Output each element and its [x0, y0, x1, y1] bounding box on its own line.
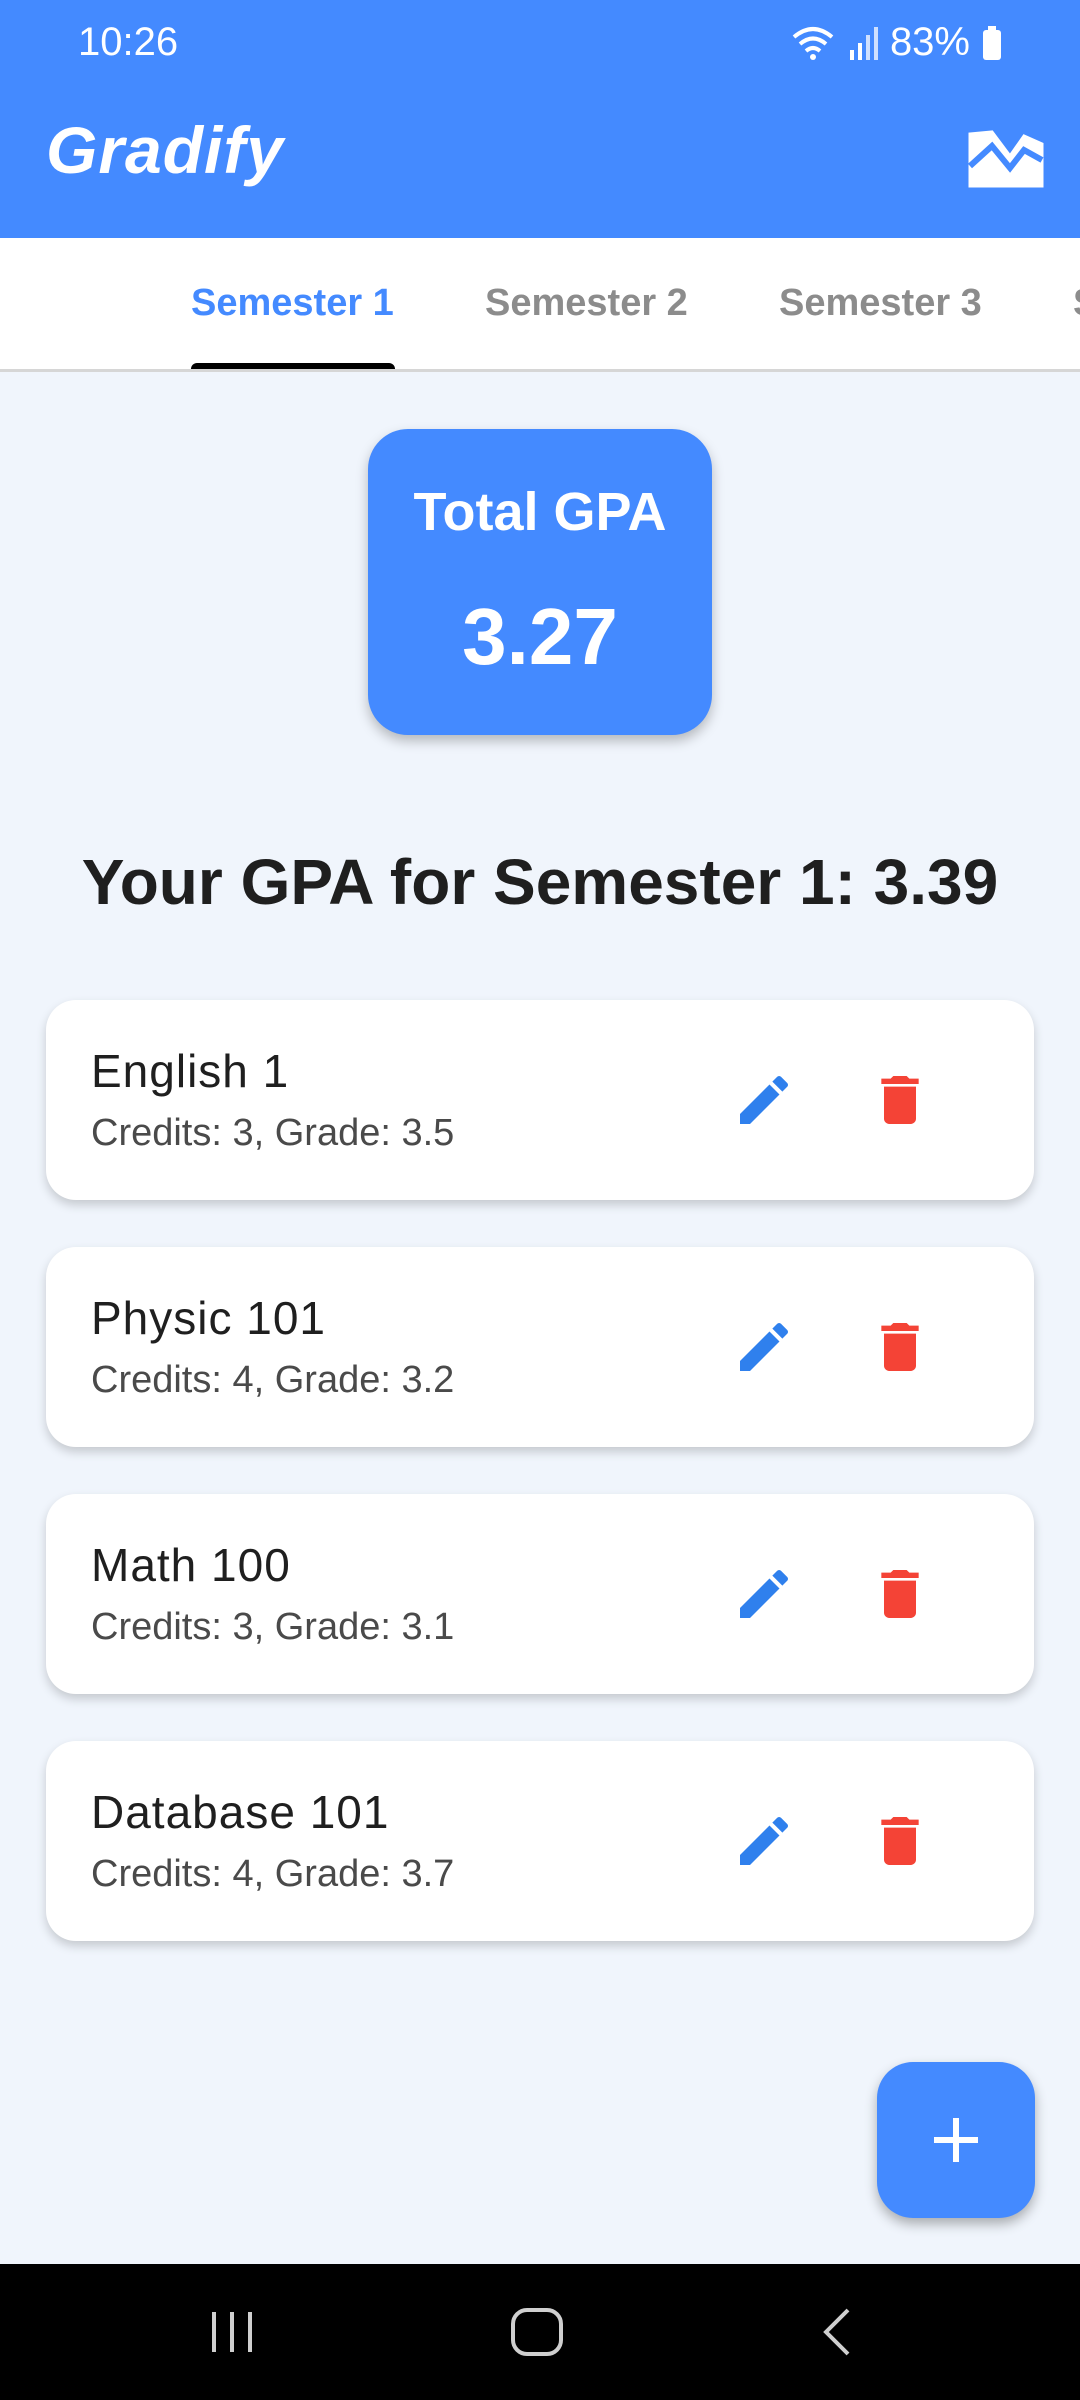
course-name: Math 100 — [91, 1539, 291, 1591]
status-icons: 83% — [790, 20, 1002, 65]
pencil-icon — [740, 1075, 789, 1124]
delete-button[interactable] — [868, 1068, 932, 1132]
course-card[interactable]: Math 100 Credits: 3, Grade: 3.1 — [46, 1494, 1034, 1694]
tab-semester-3[interactable]: Semester 3 — [779, 282, 982, 325]
total-gpa-card: Total GPA 3.27 — [368, 429, 712, 735]
chart-button[interactable] — [966, 114, 1046, 194]
signal-icon — [848, 26, 878, 60]
status-time: 10:26 — [78, 20, 179, 64]
edit-button[interactable] — [732, 1315, 796, 1379]
chart-icon — [967, 130, 1044, 188]
course-details: Credits: 3, Grade: 3.5 — [91, 1112, 455, 1154]
delete-button[interactable] — [868, 1809, 932, 1873]
course-details: Credits: 3, Grade: 3.1 — [91, 1606, 455, 1648]
total-gpa-label: Total GPA — [413, 482, 667, 542]
course-details: Credits: 4, Grade: 3.2 — [91, 1359, 455, 1401]
back-icon[interactable] — [816, 2306, 860, 2358]
home-icon[interactable] — [508, 2306, 566, 2358]
wifi-icon — [790, 25, 836, 61]
app-title: Gradify — [46, 113, 285, 187]
pencil-icon — [740, 1322, 789, 1371]
course-card[interactable]: English 1 Credits: 3, Grade: 3.5 — [46, 1000, 1034, 1200]
battery-icon — [982, 25, 1002, 60]
trash-icon — [881, 1570, 919, 1618]
course-name: Physic 101 — [91, 1292, 327, 1344]
trash-icon — [881, 1817, 919, 1865]
edit-button[interactable] — [732, 1068, 796, 1132]
delete-button[interactable] — [868, 1315, 932, 1379]
course-details: Credits: 4, Grade: 3.7 — [91, 1853, 455, 1895]
pencil-icon — [740, 1816, 789, 1865]
course-name: English 1 — [91, 1045, 290, 1097]
tab-indicator — [191, 363, 395, 369]
trash-icon — [881, 1323, 919, 1371]
app-bar: Gradify — [0, 88, 1080, 238]
delete-button[interactable] — [868, 1562, 932, 1626]
semester-gpa-heading: Your GPA for Semester 1: 3.39 — [81, 846, 999, 918]
tab-semester-1[interactable]: Semester 1 — [191, 282, 394, 325]
semester-tabs: Semester 1 Semester 2 Semester 3 S — [0, 238, 1080, 372]
edit-button[interactable] — [732, 1809, 796, 1873]
total-gpa-value: 3.27 — [462, 592, 618, 681]
plus-icon — [934, 2118, 978, 2162]
trash-icon — [881, 1076, 919, 1124]
tab-semester-2[interactable]: Semester 2 — [485, 282, 688, 325]
edit-button[interactable] — [732, 1562, 796, 1626]
course-card[interactable]: Database 101 Credits: 4, Grade: 3.7 — [46, 1741, 1034, 1941]
battery-text: 83% — [889, 20, 970, 64]
add-course-button[interactable] — [877, 2062, 1035, 2218]
system-nav-bar — [0, 2264, 1080, 2400]
course-name: Database 101 — [91, 1786, 390, 1838]
tab-semester-4[interactable]: S — [1073, 282, 1080, 325]
pencil-icon — [740, 1569, 789, 1618]
status-bar: 10:26 83% — [0, 0, 1080, 88]
recents-icon[interactable] — [206, 2306, 258, 2358]
course-card[interactable]: Physic 101 Credits: 4, Grade: 3.2 — [46, 1247, 1034, 1447]
